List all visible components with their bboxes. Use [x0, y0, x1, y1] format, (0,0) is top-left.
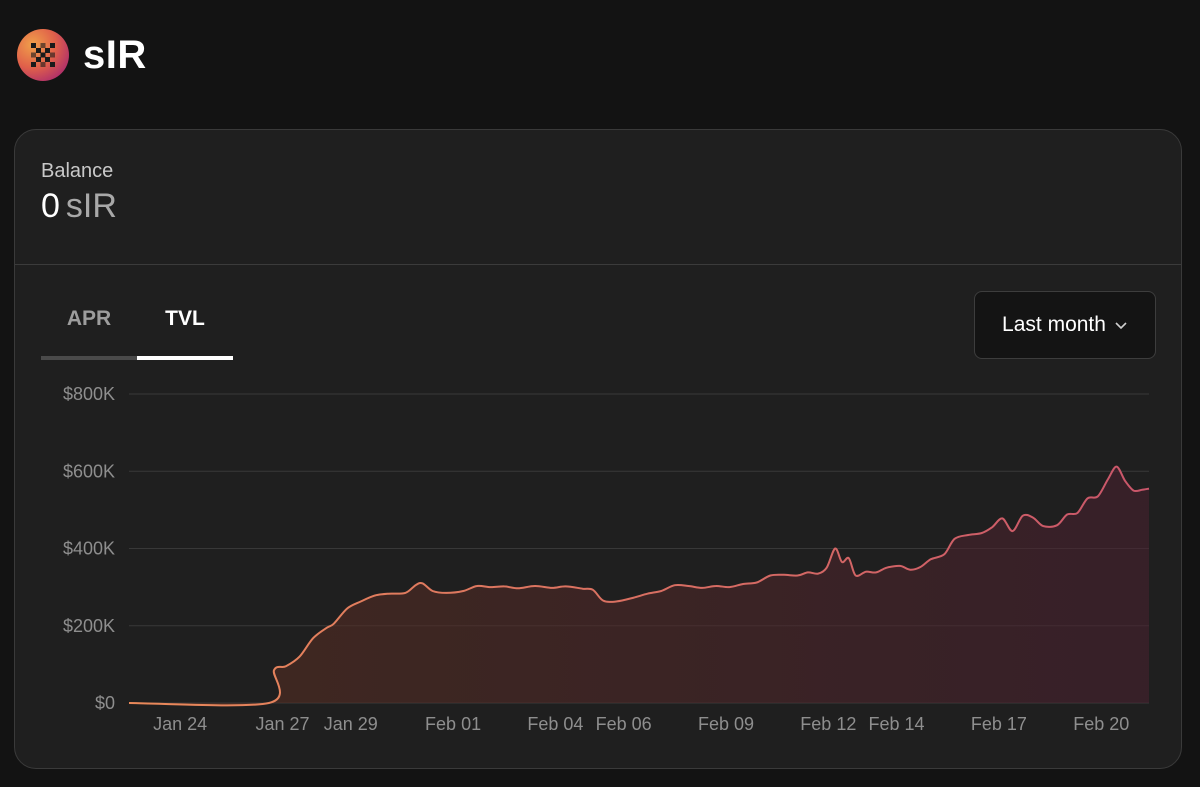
x-tick-label: Feb 20	[1073, 714, 1129, 734]
y-tick-label: $600K	[63, 461, 115, 481]
x-tick-label: Jan 27	[255, 714, 309, 734]
y-axis-labels: $0 $200K $400K $600K $800K	[63, 384, 115, 713]
token-logo-icon	[17, 29, 69, 81]
token-header: sIR	[17, 28, 147, 82]
tvl-chart: $0$200K$400K$600K$800K Jan 24 Jan 27 Jan 2…	[63, 384, 1150, 734]
checker-x-logo-icon	[31, 43, 55, 67]
x-tick-label: Feb 01	[425, 714, 481, 734]
x-axis-labels: Jan 24 Jan 27 Jan 29 Feb 01 Feb 04 Feb 06 Feb …	[153, 714, 1129, 734]
y-tick-label: $800K	[63, 384, 115, 404]
y-tick-label: $0	[95, 693, 115, 713]
x-tick-label: Jan 29	[324, 714, 378, 734]
token-card: Balance 0 sIR APR TVL Last month $0 $200K $…	[14, 129, 1182, 769]
x-tick-label: Feb 17	[971, 714, 1027, 734]
y-tick-label: $400K	[63, 539, 115, 559]
x-tick-label: Feb 04	[527, 714, 583, 734]
tvl-area	[129, 466, 1149, 706]
x-tick-label: Jan 24	[153, 714, 207, 734]
token-title: sIR	[83, 32, 147, 77]
y-tick-label: $200K	[63, 616, 115, 636]
x-tick-label: Feb 14	[869, 714, 925, 734]
x-tick-label: Feb 06	[596, 714, 652, 734]
x-tick-label: Feb 09	[698, 714, 754, 734]
x-tick-label: Feb 12	[800, 714, 856, 734]
